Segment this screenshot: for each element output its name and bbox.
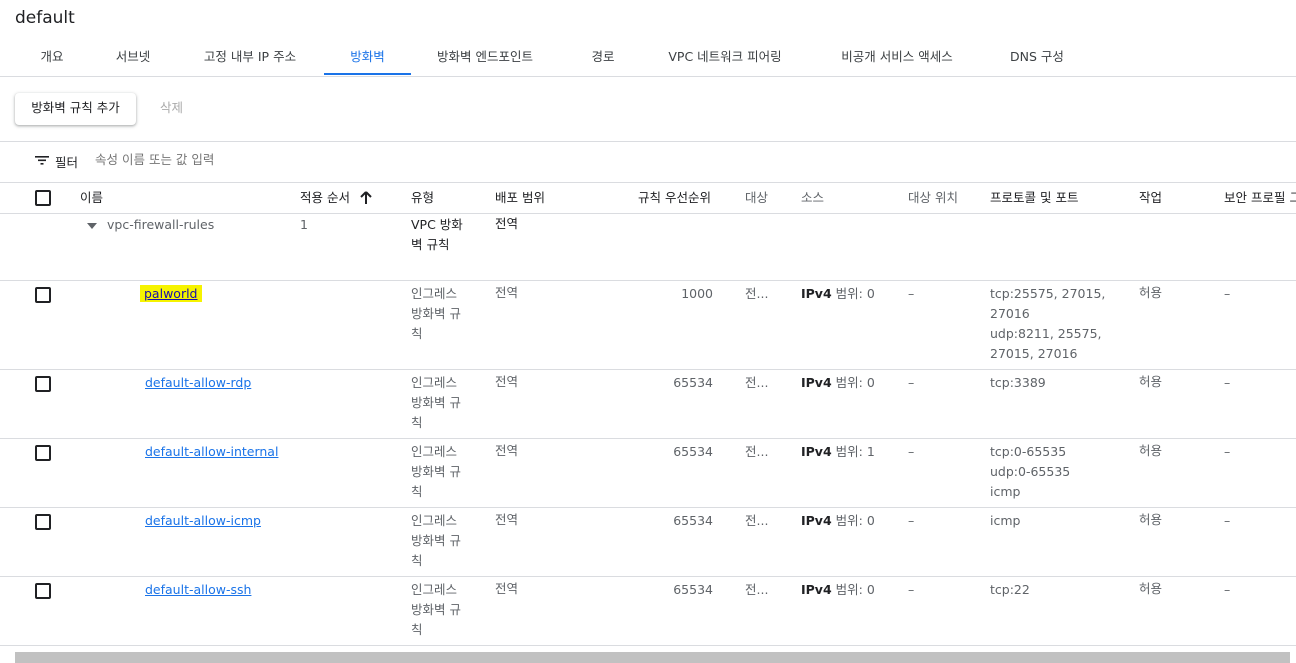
header-action[interactable]: 작업 [1139,183,1162,213]
row-checkbox[interactable] [35,583,51,599]
rule-security-profile: – [1224,444,1231,459]
group-name: vpc-firewall-rules [107,217,215,232]
rule-target: 전... [745,286,769,301]
rule-priority: 65534 [673,582,713,597]
toolbar-divider [0,141,1296,142]
tab-firewall[interactable]: 방화벽 [324,40,411,75]
rule-name-link[interactable]: default-allow-ssh [145,580,251,600]
tab-subnets[interactable]: 서브넷 [99,40,167,74]
rule-target-location: – [908,513,915,528]
rule-target: 전... [745,375,769,390]
rule-security-profile: – [1224,582,1231,597]
rule-target-location: – [908,582,915,597]
row-checkbox[interactable] [35,287,51,303]
rule-action: 허용 [1139,512,1163,527]
rule-source: IPv4 범위: 0.0 [801,375,875,390]
rule-action: 허용 [1139,443,1163,458]
header-name[interactable]: 이름 [80,183,103,213]
tab-overview[interactable]: 개요 [15,40,89,74]
rule-scope: 전역 [495,285,519,300]
header-type[interactable]: 유형 [411,183,434,213]
rule-priority: 65534 [673,444,713,459]
rule-scope: 전역 [495,374,519,389]
rule-target: 전... [745,513,769,528]
rule-target-location: – [908,286,915,301]
rule-action: 허용 [1139,581,1163,596]
rule-scope: 전역 [495,512,519,527]
header-target-location[interactable]: 대상 위치 [908,183,958,213]
rule-target-location: – [908,375,915,390]
table-row[interactable]: default-allow-icmp 인그레스 방화벽 규칙 전역 65534 … [0,508,1296,577]
rule-type: 인그레스 방화벽 규칙 [411,375,461,430]
header-apply-order[interactable]: 적용 순서 [300,183,350,213]
rule-scope: 전역 [495,581,519,596]
rule-type: 인그레스 방화벽 규칙 [411,582,461,637]
horizontal-scrollbar[interactable] [15,652,1290,663]
page-title: default [15,8,75,28]
row-checkbox[interactable] [35,445,51,461]
rule-name-link[interactable]: default-allow-internal [145,442,278,462]
table-row[interactable]: default-allow-internal 인그레스 방화벽 규칙 전역 65… [0,439,1296,508]
filter-label: 필터 [55,155,79,170]
select-all-checkbox[interactable] [35,190,51,206]
rule-source: IPv4 범위: 0.0 [801,513,875,528]
group-scope: 전역 [495,216,519,231]
rule-scope: 전역 [495,443,519,458]
rule-priority: 65534 [673,513,713,528]
rule-security-profile: – [1224,375,1231,390]
add-firewall-rule-button[interactable]: 방화벽 규칙 추가 [15,93,136,125]
rule-security-profile: – [1224,513,1231,528]
delete-button[interactable]: 삭제 [160,93,183,125]
rule-type: 인그레스 방화벽 규칙 [411,444,461,499]
rule-source: IPv4 범위: 0.0 [801,286,875,301]
rule-priority: 65534 [673,375,713,390]
header-protocols-ports[interactable]: 프로토콜 및 포트 [990,183,1078,213]
tab-private-service-access[interactable]: 비공개 서비스 액세스 [825,40,969,74]
tab-routes[interactable]: 경로 [578,40,628,74]
rule-type: 인그레스 방화벽 규칙 [411,286,461,341]
group-order: 1 [300,217,308,232]
rule-action: 허용 [1139,374,1163,389]
tab-vpc-peering[interactable]: VPC 네트워크 피어링 [655,40,795,74]
header-scope[interactable]: 배포 범위 [495,183,545,213]
tab-dns-config[interactable]: DNS 구성 [997,40,1077,74]
tabs-divider [0,76,1296,77]
table-row[interactable]: default-allow-rdp 인그레스 방화벽 규칙 전역 65534 전… [0,370,1296,439]
rule-security-profile: – [1224,286,1231,301]
rule-priority: 1000 [681,286,713,301]
collapse-triangle-icon[interactable] [87,223,97,229]
rule-target-location: – [908,444,915,459]
filter-input[interactable] [95,152,695,167]
rule-target: 전... [745,582,769,597]
rule-source: IPv4 범위: 10 [801,444,875,459]
table-row[interactable]: default-allow-ssh 인그레스 방화벽 규칙 전역 65534 전… [0,577,1296,646]
rule-source: IPv4 범위: 0.0 [801,582,875,597]
rule-protocols: icmp [990,513,1021,528]
sort-ascending-icon[interactable] [360,191,372,205]
group-row: vpc-firewall-rules 1 VPC 방화벽 규칙 전역 [0,212,1296,281]
row-checkbox[interactable] [35,514,51,530]
group-type: VPC 방화벽 규칙 [411,217,463,252]
header-target[interactable]: 대상 [745,183,768,213]
rule-type: 인그레스 방화벽 규칙 [411,513,461,568]
row-checkbox[interactable] [35,376,51,392]
table-header: 이름 적용 순서 유형 배포 범위 규칙 우선순위 대상 소스 대상 위치 프로… [0,182,1296,214]
filter-icon[interactable] [35,154,49,166]
tab-static-internal-ip[interactable]: 고정 내부 IP 주소 [190,40,310,74]
rule-name-link[interactable]: default-allow-rdp [145,373,251,393]
rule-name-link[interactable]: palworld [140,284,202,304]
tab-bar: 개요 서브넷 고정 내부 IP 주소 방화벽 방화벽 엔드포인트 경로 VPC … [15,40,1296,76]
rule-protocols: tcp:25575, 27015, 27016 udp:8211, 25575, 27… [990,286,1106,361]
rule-action: 허용 [1139,285,1163,300]
header-priority[interactable]: 규칙 우선순위 [638,183,711,213]
rule-protocols: tcp:22 [990,582,1030,597]
tab-firewall-endpoints[interactable]: 방화벽 엔드포인트 [425,40,545,74]
table-row[interactable]: palworld 인그레스 방화벽 규칙 전역 1000 전... IPv4 범… [0,281,1296,370]
header-source[interactable]: 소스 [801,183,824,213]
header-security-profile[interactable]: 보안 프로필 그 [1224,183,1296,213]
rule-protocols: tcp:3389 [990,375,1046,390]
rule-name-link[interactable]: default-allow-icmp [145,511,261,531]
rule-protocols: tcp:0-65535 udp:0-65535 icmp [990,444,1071,499]
rule-target: 전... [745,444,769,459]
